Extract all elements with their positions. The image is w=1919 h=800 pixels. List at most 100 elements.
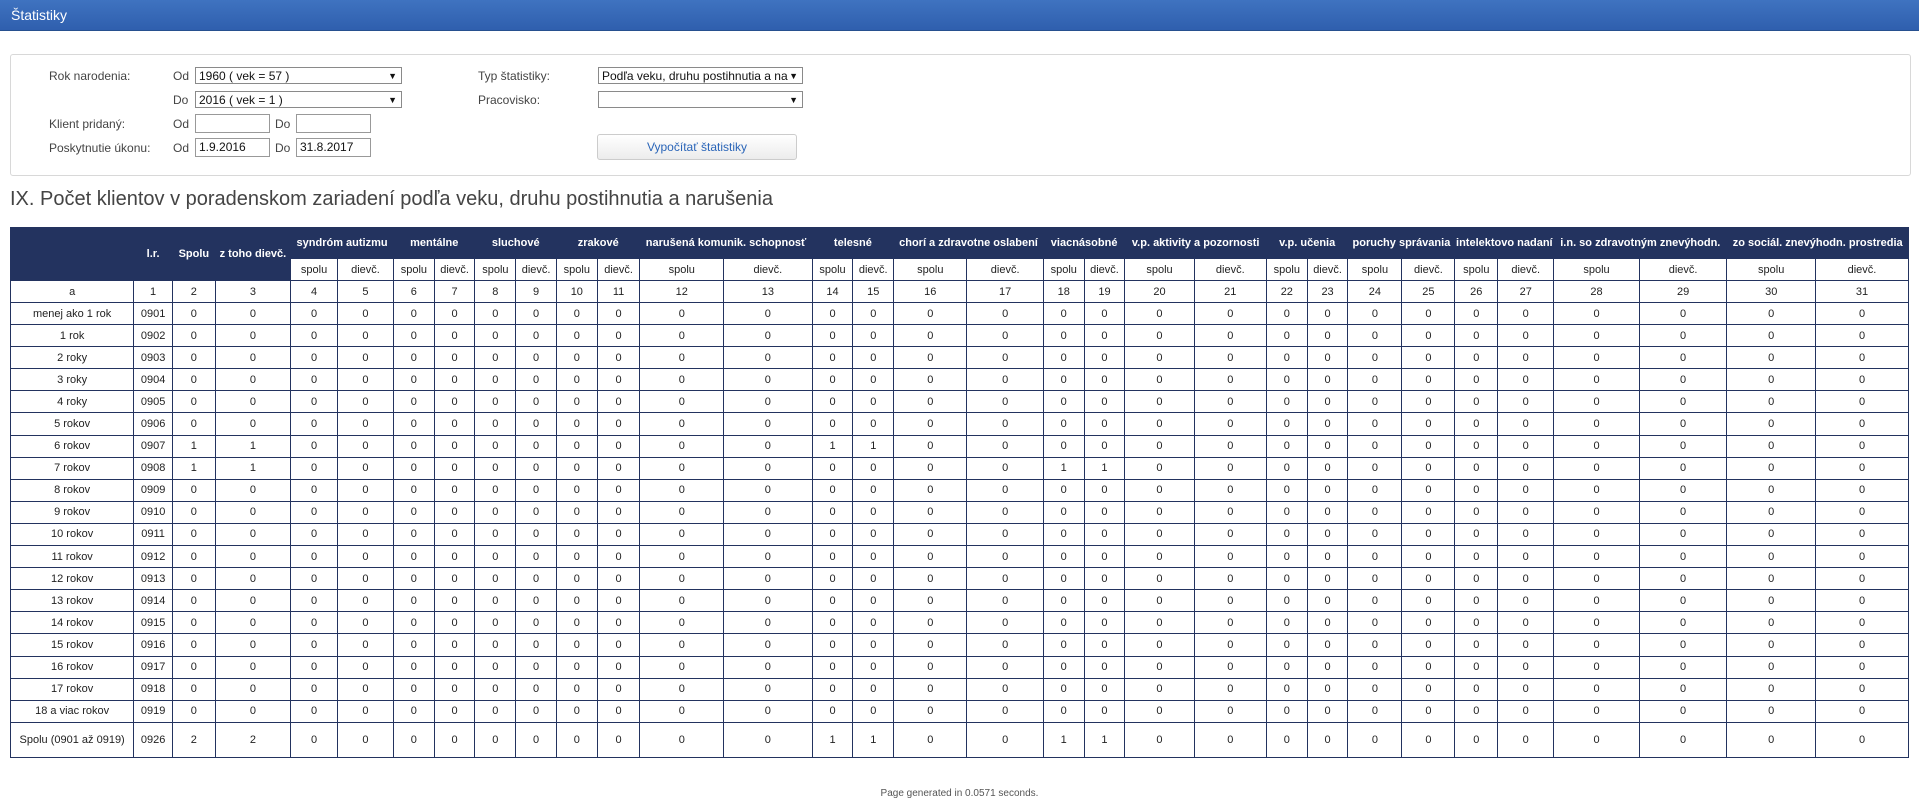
cell-value: 0 bbox=[555, 390, 598, 414]
subheader-dievc: dievč. bbox=[852, 258, 895, 281]
row-label: Spolu (0901 až 0919) bbox=[9, 721, 135, 758]
cell-value: 0 bbox=[1306, 522, 1349, 547]
cell-value: 0 bbox=[393, 655, 435, 679]
cell-value: 0 bbox=[474, 611, 517, 635]
cell-value: 0 bbox=[966, 699, 1044, 723]
cell-value: 0 bbox=[1497, 456, 1555, 480]
cell-value: 0 bbox=[1726, 301, 1817, 326]
cell-value: 0 bbox=[596, 633, 641, 657]
cell-value: 0 bbox=[290, 699, 338, 723]
cell-value: 0 bbox=[1815, 611, 1909, 635]
cell-value: 0 bbox=[336, 633, 395, 657]
cell-value: 0 bbox=[966, 721, 1044, 758]
row-label: 9 rokov bbox=[9, 500, 135, 524]
cell-value: 0 bbox=[1638, 721, 1728, 758]
row-lr: 0902 bbox=[133, 324, 173, 348]
cell-value: 0 bbox=[1124, 611, 1195, 635]
subheader-spolu: spolu bbox=[393, 258, 435, 281]
cell-value: 0 bbox=[171, 522, 216, 547]
cell-value: 0 bbox=[1726, 545, 1817, 569]
cell-value: 0 bbox=[639, 589, 725, 613]
cell-value: 0 bbox=[393, 456, 435, 480]
cell-value: 0 bbox=[555, 522, 598, 547]
cell-value: 1 bbox=[171, 434, 216, 458]
cell-value: 0 bbox=[1042, 699, 1085, 723]
cell-value: 0 bbox=[1083, 567, 1126, 591]
cell-value: 0 bbox=[393, 478, 435, 502]
header-group-6: telesné bbox=[811, 227, 895, 259]
cell-value: 0 bbox=[1726, 721, 1817, 758]
cell-value: 0 bbox=[1497, 324, 1555, 348]
column-number: 24 bbox=[1347, 280, 1403, 303]
window-title: Štatistiky bbox=[11, 7, 68, 23]
cell-value: 0 bbox=[290, 390, 338, 414]
service-from-input[interactable]: 1.9.2016 bbox=[195, 138, 270, 157]
cell-value: 0 bbox=[290, 478, 338, 502]
cell-value: 0 bbox=[723, 611, 813, 635]
cell-value: 0 bbox=[893, 699, 968, 723]
cell-value: 0 bbox=[515, 368, 557, 392]
row-lr: 0913 bbox=[133, 567, 173, 591]
cell-value: 0 bbox=[1553, 655, 1640, 679]
client-added-to-input[interactable] bbox=[296, 114, 371, 133]
cell-value: 0 bbox=[1124, 368, 1195, 392]
cell-value: 0 bbox=[1306, 390, 1349, 414]
cell-value: 0 bbox=[214, 589, 292, 613]
cell-value: 0 bbox=[171, 677, 216, 701]
cell-value: 0 bbox=[1124, 677, 1195, 701]
client-added-from-input[interactable] bbox=[195, 114, 270, 133]
cell-value: 0 bbox=[1401, 522, 1456, 547]
column-number: 30 bbox=[1726, 280, 1817, 303]
cell-value: 2 bbox=[171, 721, 216, 758]
dropdown-arrow-icon: ▼ bbox=[789, 71, 798, 81]
cell-value: 0 bbox=[723, 346, 813, 370]
cell-value: 0 bbox=[811, 655, 854, 679]
cell-value: 0 bbox=[171, 545, 216, 569]
cell-value: 0 bbox=[393, 589, 435, 613]
row-label: 12 rokov bbox=[9, 567, 135, 591]
cell-value: 0 bbox=[474, 368, 517, 392]
cell-value: 0 bbox=[639, 655, 725, 679]
cell-value: 0 bbox=[336, 589, 395, 613]
cell-value: 0 bbox=[596, 611, 641, 635]
row-lr: 0926 bbox=[133, 721, 173, 758]
birth-year-from-select[interactable]: 1960 ( vek = 57 ) ▼ bbox=[195, 67, 402, 84]
cell-value: 0 bbox=[393, 611, 435, 635]
cell-value: 0 bbox=[852, 390, 895, 414]
table-row: 12 rokov 0913 0 0 0 0 0 0 0 0 0 0 0 0 0 0 0 0 0 0 0 0 0 0 0 0 0 0 0 0… bbox=[9, 567, 1909, 591]
row-lr: 0905 bbox=[133, 390, 173, 414]
table-row: 10 rokov 0911 0 0 0 0 0 0 0 0 0 0 0 0 0 0 0 0 0 0 0 0 0 0 0 0 0 0 0 0… bbox=[9, 522, 1909, 547]
cell-value: 0 bbox=[1193, 434, 1267, 458]
cell-value: 0 bbox=[893, 368, 968, 392]
cell-value: 0 bbox=[723, 721, 813, 758]
cell-value: 0 bbox=[596, 677, 641, 701]
subheader-dievc: dievč. bbox=[515, 258, 557, 281]
cell-value: 0 bbox=[1454, 655, 1499, 679]
service-to-input[interactable]: 31.8.2017 bbox=[296, 138, 371, 157]
cell-value: 0 bbox=[1553, 611, 1640, 635]
cell-value: 0 bbox=[1347, 324, 1403, 348]
cell-value: 0 bbox=[1454, 721, 1499, 758]
row-lr: 0907 bbox=[133, 434, 173, 458]
cell-value: 0 bbox=[515, 412, 557, 436]
cell-value: 0 bbox=[1124, 434, 1195, 458]
cell-value: 0 bbox=[1347, 699, 1403, 723]
cell-value: 0 bbox=[555, 478, 598, 502]
cell-value: 0 bbox=[1726, 456, 1817, 480]
subheader-dievc: dievč. bbox=[1497, 258, 1555, 281]
cell-value: 0 bbox=[171, 301, 216, 326]
cell-value: 0 bbox=[433, 324, 476, 348]
cell-value: 0 bbox=[1042, 368, 1085, 392]
compute-statistics-button[interactable]: Vypočítať štatistiky bbox=[597, 134, 797, 160]
cell-value: 0 bbox=[336, 346, 395, 370]
cell-value: 0 bbox=[893, 346, 968, 370]
cell-value: 0 bbox=[433, 478, 476, 502]
row-lr: 0910 bbox=[133, 500, 173, 524]
cell-value: 0 bbox=[893, 589, 968, 613]
header-lr: l.r. bbox=[133, 227, 173, 281]
workplace-select[interactable]: ▼ bbox=[598, 91, 803, 108]
cell-value: 0 bbox=[1347, 368, 1403, 392]
birth-year-to-select[interactable]: 2016 ( vek = 1 ) ▼ bbox=[195, 91, 402, 108]
cell-value: 0 bbox=[290, 368, 338, 392]
stat-type-select[interactable]: Podľa veku, druhu postihnutia a narušeni… bbox=[598, 67, 803, 84]
